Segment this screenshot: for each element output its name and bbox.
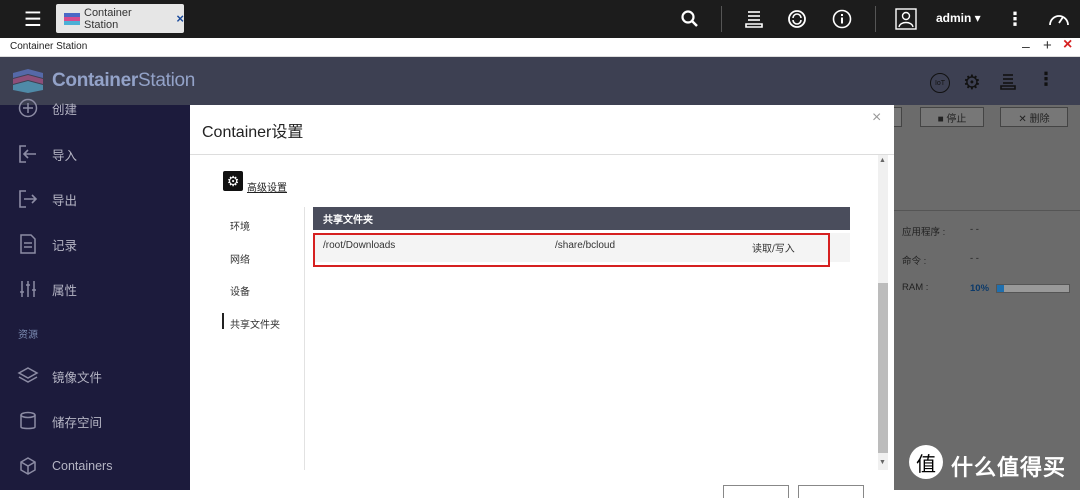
confirm-button[interactable] bbox=[723, 485, 789, 498]
user-avatar-icon[interactable] bbox=[894, 7, 918, 31]
top-bar: ☰ Container Station × admin ▾ ⋮ bbox=[0, 0, 1080, 38]
sidebar-item-label: 创建 bbox=[52, 102, 78, 117]
app-name-rest: Station bbox=[137, 70, 196, 91]
container-settings-dialog: Container设置 × ⚙ 高级设置 环境 网络 设备 共享文件夹 共享文件… bbox=[190, 105, 894, 498]
tab-environment[interactable]: 环境 bbox=[230, 218, 250, 233]
active-tab-indicator bbox=[222, 313, 224, 329]
more-vertical-icon[interactable]: ⋮ bbox=[1005, 8, 1025, 30]
advanced-settings-link[interactable]: 高级设置 bbox=[247, 179, 287, 194]
stop-button[interactable]: ■ 停止 bbox=[920, 107, 984, 127]
divider bbox=[875, 6, 876, 32]
import-icon bbox=[17, 143, 39, 165]
scrollbar-thumb[interactable] bbox=[878, 283, 888, 453]
database-icon bbox=[17, 410, 39, 432]
divider bbox=[304, 207, 305, 470]
tab-device[interactable]: 设备 bbox=[230, 283, 250, 298]
app-name-bold: Container bbox=[52, 70, 138, 91]
dashboard-gauge-icon[interactable] bbox=[1047, 8, 1071, 30]
sidebar-section-title: 资源 bbox=[18, 330, 38, 341]
plus-circle-icon bbox=[17, 97, 39, 119]
settings-gear-icon[interactable]: ⚙ bbox=[963, 70, 981, 95]
tab-close-icon[interactable]: × bbox=[176, 11, 184, 26]
scroll-up-icon[interactable]: ▲ bbox=[879, 157, 886, 164]
cube-icon bbox=[17, 455, 39, 477]
sidebar-item-create[interactable]: 创建 bbox=[0, 93, 190, 123]
search-icon[interactable] bbox=[679, 8, 701, 30]
sidebar-item-logs[interactable]: 记录 bbox=[0, 229, 190, 259]
tab-label: Container Station bbox=[84, 6, 132, 31]
info-value-app: - - bbox=[970, 224, 979, 235]
info-value-ram: 10% bbox=[970, 283, 990, 294]
sidebar-item-properties[interactable]: 属性 bbox=[0, 274, 190, 304]
table-header-label: 共享文件夹 bbox=[323, 215, 373, 226]
app-name: ContainerStation bbox=[52, 70, 195, 92]
ram-usage-fill bbox=[997, 285, 1005, 292]
menu-icon[interactable]: ☰ bbox=[20, 7, 46, 31]
sidebar-item-label: 导入 bbox=[52, 148, 78, 163]
iot-icon[interactable]: IoT bbox=[930, 73, 950, 93]
container-station-logo-icon bbox=[13, 69, 43, 96]
sidebar-item-label: Containers bbox=[52, 459, 113, 473]
watermark-logo: 值 bbox=[909, 445, 943, 479]
sidebar-item-containers[interactable]: Containers bbox=[0, 451, 190, 481]
sidebar-item-label: 储存空间 bbox=[52, 415, 103, 430]
layers-icon bbox=[17, 365, 39, 387]
sidebar-item-label: 导出 bbox=[52, 193, 78, 208]
more-vertical-icon[interactable]: ⋮ bbox=[1037, 69, 1055, 90]
shared-folder-table-header: 共享文件夹 bbox=[313, 207, 850, 230]
window-title-bar: Container Station – + × bbox=[0, 36, 1080, 57]
sidebar-item-label: 记录 bbox=[52, 238, 78, 253]
info-key-command: 命令 : bbox=[902, 256, 927, 267]
info-icon[interactable] bbox=[831, 8, 853, 30]
sidebar-item-volumes[interactable]: 储存空间 bbox=[0, 406, 190, 436]
export-icon bbox=[17, 188, 39, 210]
sync-icon[interactable] bbox=[786, 8, 808, 30]
info-value-command: - - bbox=[970, 253, 979, 264]
document-icon bbox=[17, 233, 39, 255]
cancel-button[interactable] bbox=[798, 485, 864, 498]
user-menu[interactable]: admin ▾ bbox=[936, 11, 981, 25]
tab-network[interactable]: 网络 bbox=[230, 251, 250, 266]
annotation-highlight-box bbox=[313, 233, 830, 267]
divider bbox=[894, 210, 1080, 211]
stack-icon[interactable] bbox=[743, 8, 765, 30]
close-window-icon[interactable]: × bbox=[1063, 36, 1072, 54]
watermark-text: 什么值得买 bbox=[951, 455, 1067, 480]
tab-container-station[interactable]: Container Station × bbox=[56, 4, 184, 33]
sidebar-item-label: 属性 bbox=[52, 283, 78, 298]
tab-shared-folders[interactable]: 共享文件夹 bbox=[230, 316, 280, 331]
app-logo-icon bbox=[64, 12, 80, 25]
gear-icon: ⚙ bbox=[223, 171, 243, 191]
info-key-app: 应用程序 : bbox=[902, 227, 946, 238]
ram-usage-bar bbox=[996, 284, 1070, 293]
sliders-icon bbox=[17, 278, 39, 300]
sidebar-item-label: 镜像文件 bbox=[52, 370, 103, 385]
sidebar-item-export[interactable]: 导出 bbox=[0, 184, 190, 214]
minimize-icon[interactable]: – bbox=[1022, 38, 1030, 54]
divider bbox=[190, 154, 894, 155]
close-dialog-icon[interactable]: × bbox=[872, 109, 881, 127]
dialog-title: Container设置 bbox=[202, 124, 304, 141]
stack-icon[interactable] bbox=[1000, 72, 1016, 93]
maximize-icon[interactable]: + bbox=[1043, 37, 1052, 54]
sidebar-item-images[interactable]: 镜像文件 bbox=[0, 361, 190, 391]
divider bbox=[721, 6, 722, 32]
scroll-down-icon[interactable]: ▼ bbox=[879, 459, 886, 466]
sidebar-item-import[interactable]: 导入 bbox=[0, 139, 190, 169]
window-title: Container Station bbox=[10, 41, 88, 52]
info-key-ram: RAM : bbox=[902, 282, 929, 293]
delete-button[interactable]: ✕ 删除 bbox=[1000, 107, 1068, 127]
